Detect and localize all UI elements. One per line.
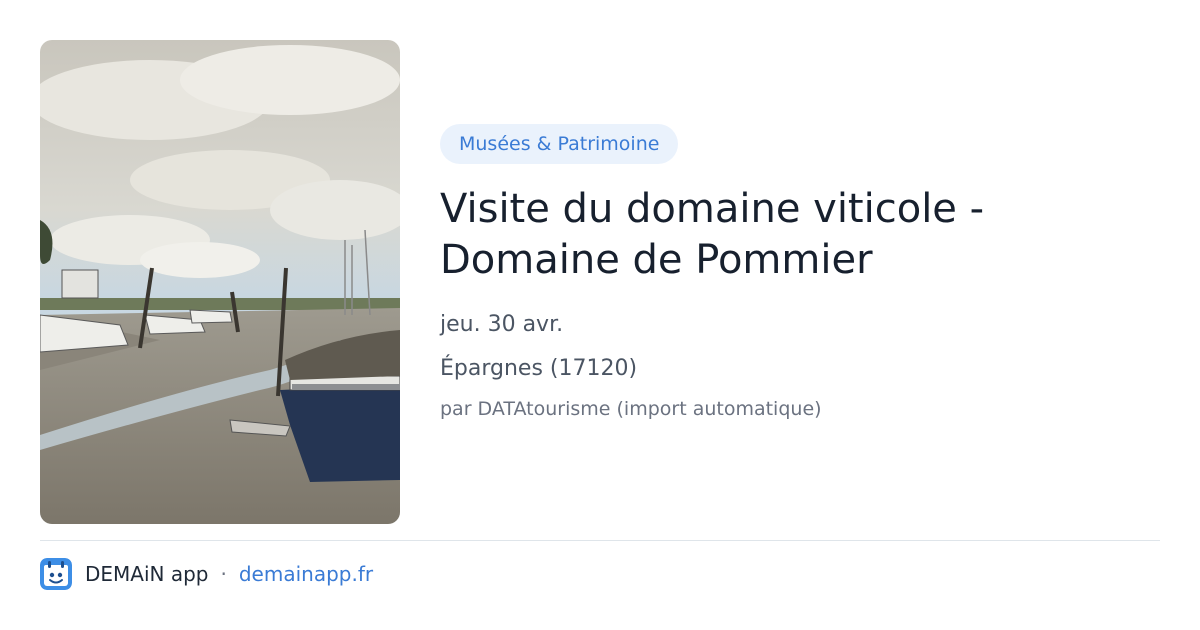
app-domain-link[interactable]: demainapp.fr bbox=[239, 562, 373, 586]
event-location: Épargnes (17120) bbox=[440, 356, 638, 381]
event-photo bbox=[40, 40, 400, 524]
event-date: jeu. 30 avr. bbox=[440, 312, 564, 337]
footer-separator: · bbox=[220, 562, 227, 586]
event-title[interactable]: Visite du domaine viticole - Domaine de … bbox=[440, 184, 1020, 286]
footer: DEMAiN app · demainapp.fr bbox=[40, 558, 373, 590]
category-badge[interactable]: Musées & Patrimoine bbox=[440, 124, 679, 164]
event-card[interactable]: Musées & Patrimoine Visite du domaine vi… bbox=[0, 0, 1200, 630]
event-source: par DATAtourisme (import automatique) bbox=[440, 398, 822, 420]
event-info: Musées & Patrimoine Visite du domaine vi… bbox=[440, 124, 1160, 422]
demain-app-icon bbox=[40, 558, 72, 590]
app-name: DEMAiN app bbox=[85, 562, 209, 586]
footer-divider bbox=[40, 540, 1160, 541]
